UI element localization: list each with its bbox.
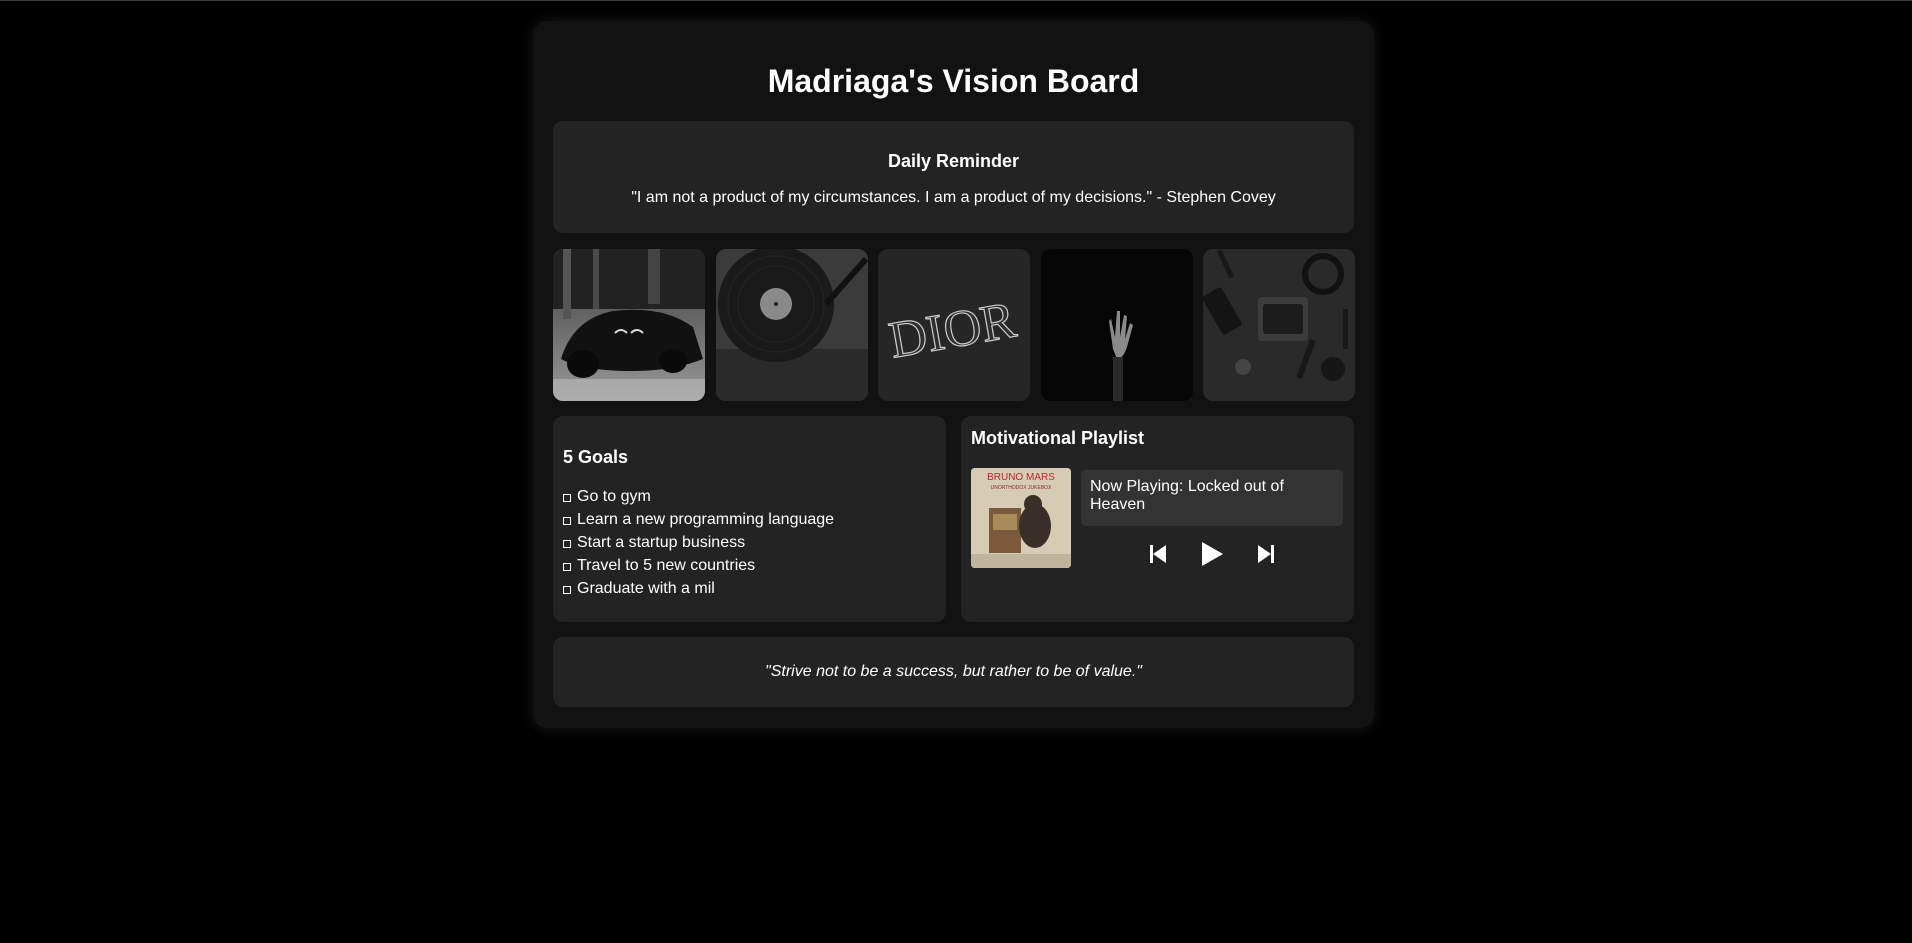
goal-item: Go to gym [563,485,834,508]
dior-image: DIOR [878,249,1030,401]
goals-heading: 5 Goals [563,447,629,467]
goal-item: Travel to 5 new countries [563,554,834,577]
playlist-heading: Motivational Playlist [971,428,1145,448]
album-cover: BRUNO MARS UNORTHODOX JUKEBOX [971,468,1071,568]
player-controls [1081,534,1343,574]
gadgets-image [1203,249,1355,401]
image-gallery: DIOR [553,249,1355,401]
car-image [553,249,705,401]
vision-board: Madriaga's Vision Board Daily Reminder "… [533,21,1374,728]
album-artist: BRUNO MARS [987,472,1055,483]
checkbox-icon[interactable] [563,494,571,502]
next-icon[interactable] [1251,534,1281,574]
vinyl-image [716,249,868,401]
footer-quote: "Strive not to be a success, but rather … [765,663,1142,680]
checkbox-icon[interactable] [563,540,571,548]
checkbox-icon[interactable] [563,586,571,594]
checkbox-icon[interactable] [563,563,571,571]
album-title: UNORTHODOX JUKEBOX [991,485,1052,491]
checkbox-icon[interactable] [563,517,571,525]
goals-list: Go to gym Learn a new programming langua… [563,485,834,600]
goal-item: Learn a new programming language [563,508,834,531]
goal-item: Graduate with a mil [563,577,834,600]
now-playing-box: Now Playing: Locked out of Heaven [1081,470,1343,526]
daily-reminder-card: Daily Reminder "I am not a product of my… [553,121,1354,233]
page-title: Madriaga's Vision Board [767,63,1140,99]
previous-icon[interactable] [1143,534,1173,574]
daily-reminder-heading: Daily Reminder [887,151,1020,171]
top-border [0,0,1912,1]
goal-item: Start a startup business [563,531,834,554]
daily-reminder-quote: "I am not a product of my circumstances.… [631,189,1276,206]
footer-quote-card: "Strive not to be a success, but rather … [553,637,1354,707]
goals-card: 5 Goals Go to gym Learn a new programmin… [553,416,946,622]
play-icon[interactable] [1197,534,1227,574]
hand-image [1041,249,1193,401]
playlist-card: Motivational Playlist BRUNO MARS UNORTHO… [961,416,1354,622]
